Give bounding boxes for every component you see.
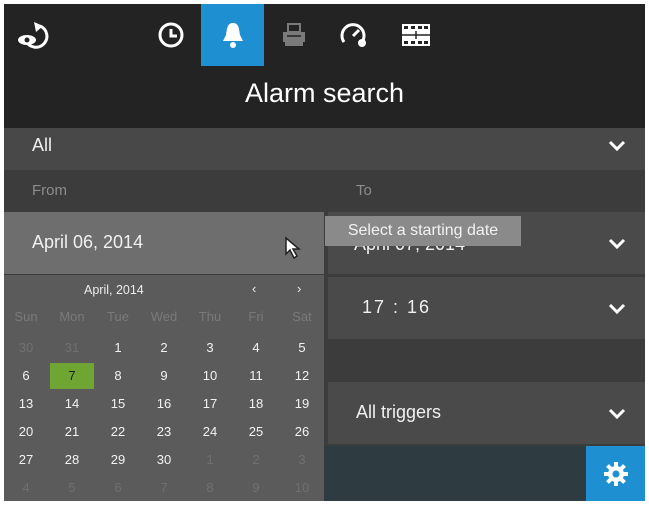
calendar-day[interactable]: 20: [4, 419, 48, 445]
calendar-day[interactable]: 9: [142, 363, 186, 389]
weekday-header: Sat: [292, 309, 312, 324]
to-time-value: 17 : 16: [362, 297, 432, 317]
weekday-header: Wed: [150, 309, 178, 324]
calendar-month-label: April, 2014: [84, 283, 144, 297]
calendar-day: 6: [114, 480, 122, 495]
weekday-header: Mon: [59, 309, 85, 324]
calendar-day[interactable]: 28: [50, 447, 94, 473]
calendar-day[interactable]: 6: [4, 363, 48, 389]
from-date-value: April 06, 2014: [32, 232, 144, 252]
calendar-day[interactable]: 30: [142, 447, 186, 473]
calendar-day[interactable]: 29: [96, 447, 140, 473]
calendar-day[interactable]: 27: [4, 447, 48, 473]
calendar-day[interactable]: 1: [96, 335, 140, 361]
event-type-value: All: [32, 135, 53, 155]
calendar-day: 30: [18, 340, 34, 355]
to-label: To: [356, 182, 372, 199]
weekday-header: Sun: [14, 309, 38, 324]
calendar-day[interactable]: 4: [234, 335, 278, 361]
settings-button[interactable]: [586, 446, 645, 501]
calendar-day[interactable]: 14: [50, 391, 94, 417]
tooltip: Select a starting date: [325, 216, 521, 246]
calendar-day: 10: [294, 480, 310, 495]
weekday-header: Tue: [107, 309, 129, 324]
back-eye-icon[interactable]: [6, 4, 62, 66]
calendar-day: 3: [298, 452, 306, 467]
calendar-day[interactable]: 2: [142, 335, 186, 361]
calendar-day[interactable]: 12: [280, 363, 324, 389]
calendar-day[interactable]: 3: [188, 335, 232, 361]
chevron-down-icon: [608, 238, 626, 250]
from-date-field[interactable]: April 06, 2014: [4, 212, 324, 274]
calendar-day-selected[interactable]: 7: [50, 363, 94, 389]
calendar-day[interactable]: 17: [188, 391, 232, 417]
printer-icon[interactable]: [266, 4, 322, 66]
chevron-down-icon: [608, 408, 626, 420]
gear-icon: [603, 461, 628, 486]
date-picker-calendar: April, 2014 ‹ › Sun Mon Tue Wed Thu Fri …: [4, 275, 324, 501]
calendar-day[interactable]: 15: [96, 391, 140, 417]
calendar-day[interactable]: 24: [188, 419, 232, 445]
calendar-day: 7: [160, 480, 168, 495]
page-title: Alarm search: [244, 78, 405, 108]
calendar-day[interactable]: 5: [280, 335, 324, 361]
calendar-day: 5: [68, 480, 76, 495]
weekday-header: Fri: [248, 309, 264, 324]
bell-icon[interactable]: [201, 4, 264, 66]
film-strip-icon[interactable]: [388, 4, 444, 66]
weekday-header: Thu: [198, 309, 222, 324]
calendar-day[interactable]: 11: [234, 363, 278, 389]
prev-month-button[interactable]: ‹: [252, 281, 256, 296]
calendar-day: 1: [206, 452, 214, 467]
calendar-day: 2: [252, 452, 260, 467]
calendar-day[interactable]: 10: [188, 363, 232, 389]
trigger-dropdown[interactable]: All triggers: [328, 382, 645, 444]
chevron-down-icon: [608, 303, 626, 315]
clock-icon[interactable]: [144, 4, 198, 66]
calendar-day: 9: [252, 480, 260, 495]
calendar-day[interactable]: 22: [96, 419, 140, 445]
calendar-day: 31: [64, 340, 80, 355]
calendar-day[interactable]: 16: [142, 391, 186, 417]
calendar-day[interactable]: 26: [280, 419, 324, 445]
chevron-down-icon: [608, 140, 626, 152]
calendar-day[interactable]: 18: [234, 391, 278, 417]
trigger-value: All triggers: [356, 402, 442, 422]
from-label: From: [32, 182, 67, 199]
date-labels-row: From To: [4, 170, 645, 212]
calendar-day: 8: [206, 480, 214, 495]
mouse-cursor-icon: [285, 236, 302, 260]
calendar-day: 4: [22, 480, 30, 495]
speedometer-icon[interactable]: [326, 4, 382, 66]
calendar-day[interactable]: 8: [96, 363, 140, 389]
calendar-day[interactable]: 21: [50, 419, 94, 445]
calendar-day[interactable]: 25: [234, 419, 278, 445]
calendar-day[interactable]: 19: [280, 391, 324, 417]
to-time-field[interactable]: 17 : 16: [328, 277, 645, 339]
alarm-search-app: Alarm search All From To April 06, 2014 …: [4, 4, 645, 501]
calendar-day[interactable]: 13: [4, 391, 48, 417]
top-bar: Alarm search: [4, 4, 645, 128]
next-month-button[interactable]: ›: [297, 281, 301, 296]
calendar-day[interactable]: 23: [142, 419, 186, 445]
event-type-dropdown[interactable]: All: [4, 128, 645, 170]
